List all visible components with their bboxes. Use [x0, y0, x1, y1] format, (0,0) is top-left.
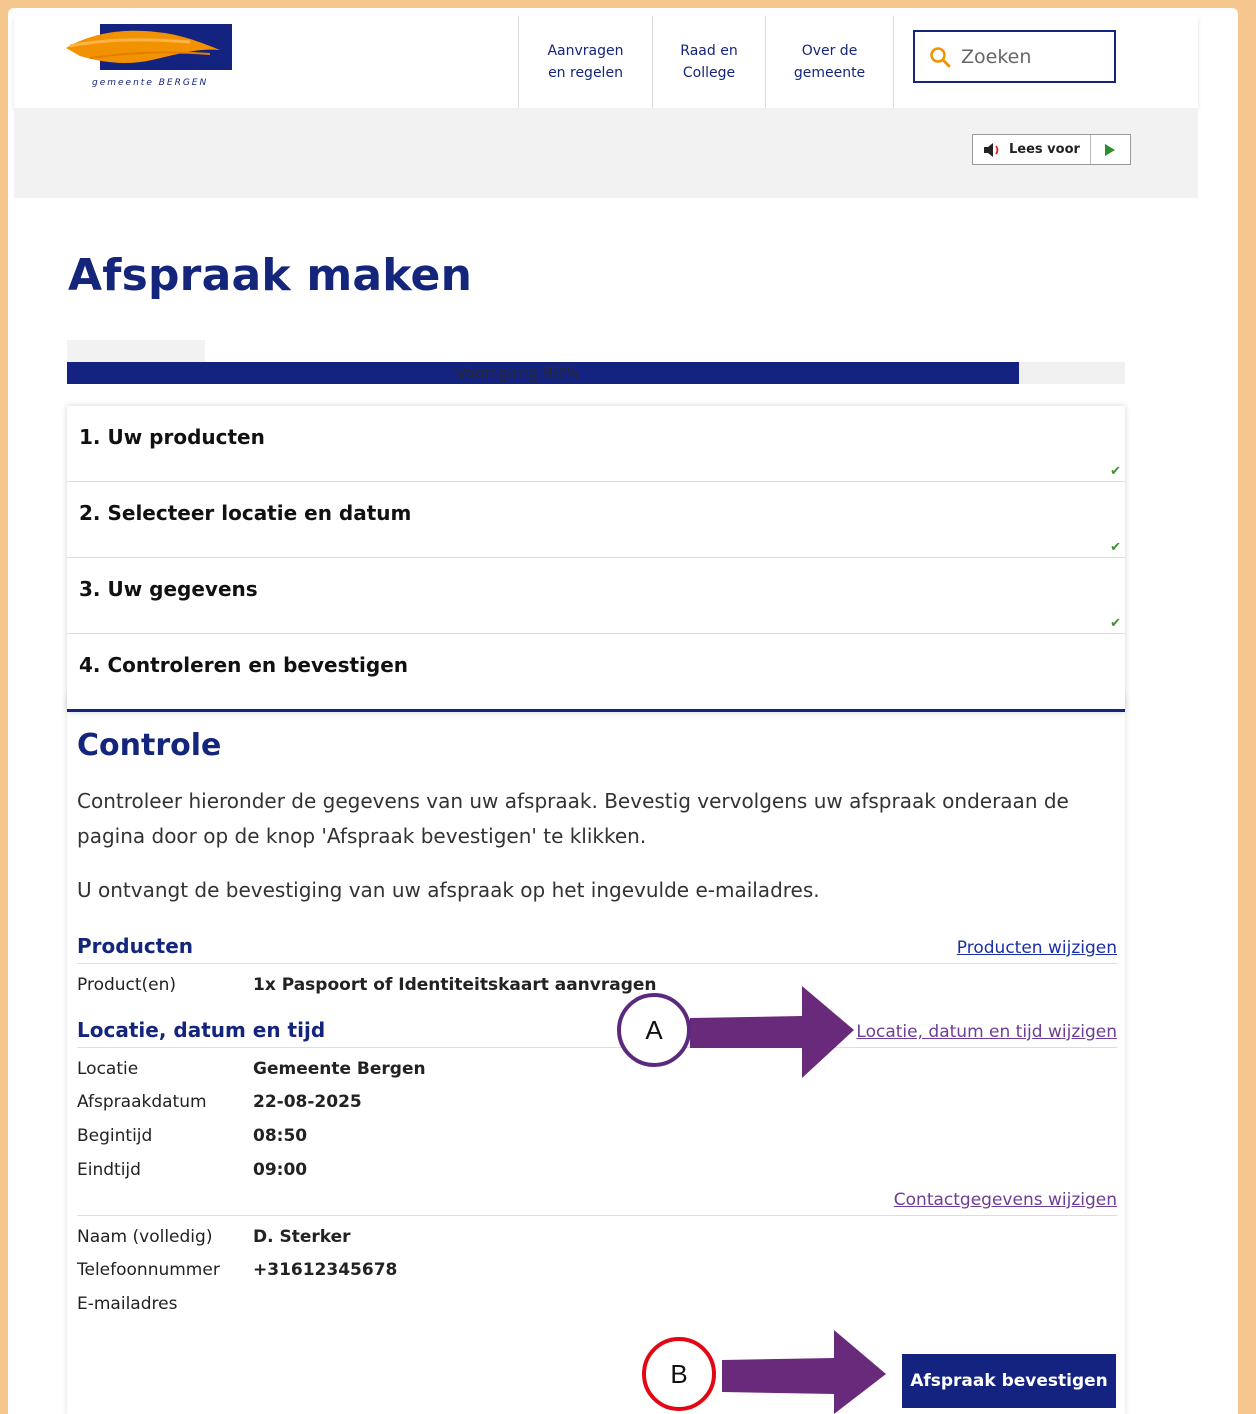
arrow-b-icon: [722, 1330, 886, 1414]
search-box[interactable]: [913, 30, 1116, 83]
controle-intro-email: U ontvangt de bevestiging van uw afspraa…: [77, 878, 820, 902]
row-key: Eindtijd: [77, 1160, 141, 1180]
read-aloud-button[interactable]: Lees voor: [973, 135, 1091, 164]
row-value: Gemeente Bergen: [253, 1059, 426, 1079]
progress-tab: [67, 340, 205, 362]
step-gegevens[interactable]: 3. Uw gegevens ✔: [67, 558, 1125, 634]
naam-row: Naam (volledig) D. Sterker: [77, 1227, 351, 1247]
step-label: 3. Uw gegevens: [79, 576, 258, 601]
row-key: Naam (volledig): [77, 1227, 213, 1247]
search-input[interactable]: [961, 45, 1101, 68]
read-aloud-label: Lees voor: [1009, 142, 1080, 157]
row-key: Locatie: [77, 1059, 139, 1079]
check-icon: ✔: [1110, 616, 1121, 631]
read-aloud-widget: Lees voor: [972, 134, 1131, 165]
main-nav: Aanvragen en regelen Raad en College Over …: [518, 16, 894, 108]
row-value: D. Sterker: [253, 1227, 351, 1247]
annotation-b-badge: B: [642, 1337, 716, 1411]
contact-wijzigen-link[interactable]: Contactgegevens wijzigen: [894, 1190, 1117, 1210]
row-value: 09:00: [253, 1160, 308, 1180]
begintijd-row: Begintijd 08:50: [77, 1126, 307, 1146]
producten-wijzigen-link[interactable]: Producten wijzigen: [957, 938, 1117, 958]
step-label: 2. Selecteer locatie en datum: [79, 500, 412, 525]
row-value: 08:50: [253, 1126, 308, 1146]
site-header: gemeente BERGEN Aanvragen en regelen Raad…: [14, 16, 1198, 108]
controle-panel: Controle Controleer hieronder de gegeven…: [67, 692, 1125, 1414]
email-row: E-mailadres: [77, 1294, 253, 1314]
controle-intro: Controleer hieronder de gegevens van uw …: [77, 789, 1069, 848]
play-icon: [1105, 143, 1116, 156]
row-key: Telefoonnummer: [77, 1260, 220, 1280]
gemeente-bergen-logo[interactable]: gemeente BERGEN: [60, 24, 240, 94]
annotation-a-badge: A: [617, 993, 691, 1067]
step-locatie[interactable]: 2. Selecteer locatie en datum ✔: [67, 482, 1125, 558]
datum-row: Afspraakdatum 22-08-2025: [77, 1092, 362, 1112]
contact-header: Contactgegevens wijzigen: [77, 1186, 1117, 1216]
row-key: E-mailadres: [77, 1294, 178, 1314]
step-list: 1. Uw producten ✔ 2. Selecteer locatie e…: [67, 406, 1125, 712]
utility-bar: Lees voor: [14, 108, 1198, 198]
logo-text: gemeente BERGEN: [92, 78, 209, 88]
progress-text: Voortgang 90%: [455, 363, 579, 382]
search-icon: [930, 46, 951, 67]
telefoon-row: Telefoonnummer +31612345678: [77, 1260, 397, 1280]
check-icon: ✔: [1110, 464, 1121, 479]
annotation-b-label: B: [670, 1358, 688, 1389]
producten-header: Producten Producten wijzigen: [77, 934, 1117, 964]
row-key: Product(en): [77, 975, 177, 995]
nav-aanvragen-line2: en regelen: [548, 65, 623, 81]
eindtijd-row: Eindtijd 09:00: [77, 1160, 307, 1180]
nav-over-line1: Over de: [801, 43, 858, 59]
nav-aanvragen[interactable]: Aanvragen en regelen: [518, 16, 652, 108]
step-producten[interactable]: 1. Uw producten ✔: [67, 406, 1125, 482]
main-content: Afspraak maken Voortgang 90% 1. Uw produ…: [14, 198, 1169, 1414]
row-key: Afspraakdatum: [77, 1092, 207, 1112]
check-icon: ✔: [1110, 540, 1121, 555]
locatie-wijzigen-link[interactable]: Locatie, datum en tijd wijzigen: [856, 1022, 1117, 1042]
nav-over-line2: gemeente: [793, 65, 866, 81]
nav-raad-line1: Raad en: [680, 43, 738, 59]
page-title: Afspraak maken: [68, 250, 473, 301]
step-label: 4. Controleren en bevestigen: [79, 652, 409, 677]
row-value: 22-08-2025: [253, 1092, 362, 1112]
controle-title: Controle: [77, 728, 222, 763]
nav-aanvragen-line1: Aanvragen: [547, 43, 624, 59]
progress-bar: Voortgang 90%: [67, 362, 1125, 384]
nav-over-gemeente[interactable]: Over de gemeente: [765, 16, 894, 108]
annotation-a-label: A: [645, 1014, 663, 1045]
row-value: 1x Paspoort of Identiteitskaart aanvrage…: [253, 975, 657, 995]
producten-title: Producten: [77, 934, 194, 958]
product-row: Product(en) 1x Paspoort of Identiteitskaa…: [77, 975, 657, 995]
step-label: 1. Uw producten: [79, 424, 265, 449]
locatie-header: Locatie, datum en tijd Locatie, datum en…: [77, 1018, 1117, 1048]
locatie-title: Locatie, datum en tijd: [77, 1018, 326, 1042]
arrow-a-icon: [690, 986, 854, 1078]
row-key: Begintijd: [77, 1126, 153, 1146]
row-value: +31612345678: [253, 1260, 398, 1280]
afspraak-bevestigen-button[interactable]: Afspraak bevestigen: [902, 1354, 1116, 1408]
speaker-icon: [984, 142, 999, 157]
nav-raad-college[interactable]: Raad en College: [652, 16, 765, 108]
locatie-row: Locatie Gemeente Bergen: [77, 1059, 426, 1079]
play-button[interactable]: [1091, 135, 1130, 164]
nav-raad-line2: College: [682, 65, 736, 81]
